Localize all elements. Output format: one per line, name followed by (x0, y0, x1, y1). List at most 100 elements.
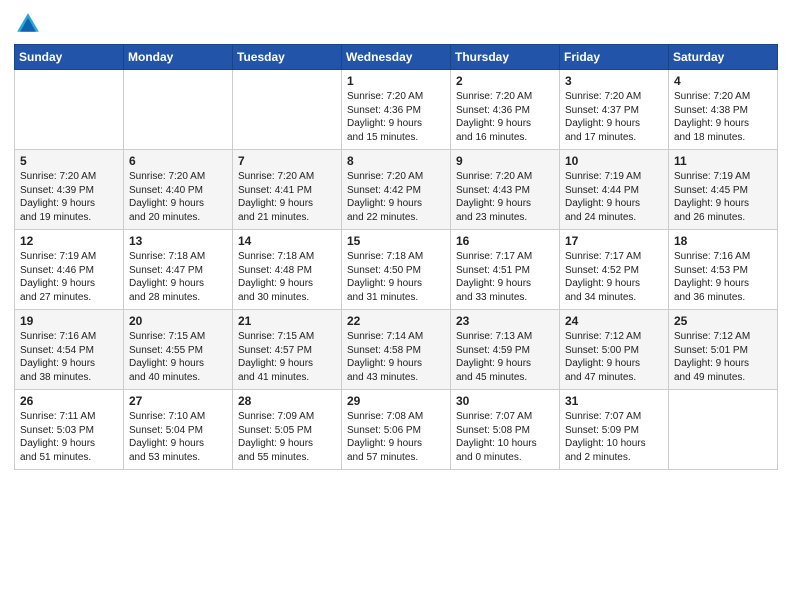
day-info: Sunrise: 7:15 AMSunset: 4:55 PMDaylight:… (129, 330, 227, 384)
weekday-header: Thursday (451, 45, 560, 70)
day-info: Sunrise: 7:14 AMSunset: 4:58 PMDaylight:… (347, 330, 445, 384)
day-info: Sunrise: 7:07 AMSunset: 5:09 PMDaylight:… (565, 410, 663, 464)
calendar-cell: 17 Sunrise: 7:17 AMSunset: 4:52 PMDayligh… (560, 230, 669, 310)
day-number: 3 (565, 74, 663, 88)
day-info: Sunrise: 7:20 AMSunset: 4:36 PMDaylight:… (456, 90, 554, 144)
day-number: 28 (238, 394, 336, 408)
day-number: 20 (129, 314, 227, 328)
day-info: Sunrise: 7:20 AMSunset: 4:38 PMDaylight:… (674, 90, 772, 144)
day-info: Sunrise: 7:20 AMSunset: 4:43 PMDaylight:… (456, 170, 554, 224)
weekday-header: Tuesday (233, 45, 342, 70)
calendar-cell: 13Sunrise: 7:18 AMSunset: 4:47 PMDayligh… (124, 230, 233, 310)
day-number: 23 (456, 314, 554, 328)
day-number: 16 (456, 234, 554, 248)
day-info: Sunrise: 7:15 AMSunset: 4:57 PMDaylight:… (238, 330, 336, 384)
calendar-cell: 7 Sunrise: 7:20 AMSunset: 4:41 PMDaylight… (233, 150, 342, 230)
day-info: Sunrise: 7:17 AMSunset: 4:52 PMDaylight:… (565, 250, 663, 304)
calendar-cell: 2 Sunrise: 7:20 AMSunset: 4:36 PMDaylight… (451, 70, 560, 150)
day-number: 29 (347, 394, 445, 408)
day-info: Sunrise: 7:09 AMSunset: 5:05 PMDaylight:… (238, 410, 336, 464)
day-number: 7 (238, 154, 336, 168)
day-info: Sunrise: 7:18 AMSunset: 4:50 PMDaylight:… (347, 250, 445, 304)
day-number: 17 (565, 234, 663, 248)
calendar-cell: 9 Sunrise: 7:20 AMSunset: 4:43 PMDaylight… (451, 150, 560, 230)
day-info: Sunrise: 7:16 AMSunset: 4:53 PMDaylight:… (674, 250, 772, 304)
calendar-cell (233, 70, 342, 150)
calendar-cell: 25 Sunrise: 7:12 AMSunset: 5:01 PMDayligh… (669, 310, 778, 390)
day-number: 19 (20, 314, 118, 328)
calendar-cell: 6 Sunrise: 7:20 AMSunset: 4:40 PMDaylight… (124, 150, 233, 230)
day-number: 10 (565, 154, 663, 168)
day-info: Sunrise: 7:20 AMSunset: 4:39 PMDaylight:… (20, 170, 118, 224)
day-info: Sunrise: 7:19 AMSunset: 4:46 PMDaylight:… (20, 250, 118, 304)
day-info: Sunrise: 7:20 AMSunset: 4:37 PMDaylight:… (565, 90, 663, 144)
calendar-cell: 16Sunrise: 7:17 AMSunset: 4:51 PMDayligh… (451, 230, 560, 310)
calendar-cell: 11 Sunrise: 7:19 AMSunset: 4:45 PMDayligh… (669, 150, 778, 230)
day-info: Sunrise: 7:12 AMSunset: 5:00 PMDaylight:… (565, 330, 663, 384)
calendar-cell: 20 Sunrise: 7:15 AMSunset: 4:55 PMDayligh… (124, 310, 233, 390)
day-info: Sunrise: 7:20 AMSunset: 4:36 PMDaylight:… (347, 90, 445, 144)
calendar-cell (15, 70, 124, 150)
header (14, 10, 778, 38)
day-number: 26 (20, 394, 118, 408)
day-number: 2 (456, 74, 554, 88)
calendar-cell: 15Sunrise: 7:18 AMSunset: 4:50 PMDayligh… (342, 230, 451, 310)
weekday-header: Wednesday (342, 45, 451, 70)
day-info: Sunrise: 7:20 AMSunset: 4:41 PMDaylight:… (238, 170, 336, 224)
calendar-cell: 1 Sunrise: 7:20 AMSunset: 4:36 PMDaylight… (342, 70, 451, 150)
calendar-cell: 26 Sunrise: 7:11 AMSunset: 5:03 PMDayligh… (15, 390, 124, 470)
day-info: Sunrise: 7:11 AMSunset: 5:03 PMDaylight:… (20, 410, 118, 464)
weekday-header-row: SundayMondayTuesdayWednesdayThursdayFrid… (15, 45, 778, 70)
calendar-cell: 4Sunrise: 7:20 AMSunset: 4:38 PMDaylight… (669, 70, 778, 150)
day-info: Sunrise: 7:20 AMSunset: 4:42 PMDaylight:… (347, 170, 445, 224)
day-number: 13 (129, 234, 227, 248)
day-number: 9 (456, 154, 554, 168)
calendar-cell: 21 Sunrise: 7:15 AMSunset: 4:57 PMDayligh… (233, 310, 342, 390)
day-number: 11 (674, 154, 772, 168)
day-number: 8 (347, 154, 445, 168)
day-number: 12 (20, 234, 118, 248)
calendar-cell: 10 Sunrise: 7:19 AMSunset: 4:44 PMDayligh… (560, 150, 669, 230)
calendar-cell: 31 Sunrise: 7:07 AMSunset: 5:09 PMDayligh… (560, 390, 669, 470)
day-info: Sunrise: 7:13 AMSunset: 4:59 PMDaylight:… (456, 330, 554, 384)
calendar-cell: 14 Sunrise: 7:18 AMSunset: 4:48 PMDayligh… (233, 230, 342, 310)
day-number: 22 (347, 314, 445, 328)
day-number: 30 (456, 394, 554, 408)
day-info: Sunrise: 7:19 AMSunset: 4:44 PMDaylight:… (565, 170, 663, 224)
calendar-cell: 30 Sunrise: 7:07 AMSunset: 5:08 PMDayligh… (451, 390, 560, 470)
calendar-cell: 3 Sunrise: 7:20 AMSunset: 4:37 PMDaylight… (560, 70, 669, 150)
calendar-cell: 18Sunrise: 7:16 AMSunset: 4:53 PMDayligh… (669, 230, 778, 310)
day-number: 1 (347, 74, 445, 88)
calendar-cell: 22 Sunrise: 7:14 AMSunset: 4:58 PMDayligh… (342, 310, 451, 390)
calendar-table: SundayMondayTuesdayWednesdayThursdayFrid… (14, 44, 778, 470)
calendar-cell: 12 Sunrise: 7:19 AMSunset: 4:46 PMDayligh… (15, 230, 124, 310)
calendar-cell: 24 Sunrise: 7:12 AMSunset: 5:00 PMDayligh… (560, 310, 669, 390)
day-number: 6 (129, 154, 227, 168)
day-number: 24 (565, 314, 663, 328)
day-info: Sunrise: 7:18 AMSunset: 4:48 PMDaylight:… (238, 250, 336, 304)
day-info: Sunrise: 7:10 AMSunset: 5:04 PMDaylight:… (129, 410, 227, 464)
weekday-header: Friday (560, 45, 669, 70)
day-info: Sunrise: 7:12 AMSunset: 5:01 PMDaylight:… (674, 330, 772, 384)
day-info: Sunrise: 7:08 AMSunset: 5:06 PMDaylight:… (347, 410, 445, 464)
page: SundayMondayTuesdayWednesdayThursdayFrid… (0, 0, 792, 612)
day-number: 5 (20, 154, 118, 168)
calendar-cell: 19 Sunrise: 7:16 AMSunset: 4:54 PMDayligh… (15, 310, 124, 390)
day-info: Sunrise: 7:07 AMSunset: 5:08 PMDaylight:… (456, 410, 554, 464)
day-number: 21 (238, 314, 336, 328)
day-number: 25 (674, 314, 772, 328)
day-number: 14 (238, 234, 336, 248)
day-number: 31 (565, 394, 663, 408)
day-info: Sunrise: 7:19 AMSunset: 4:45 PMDaylight:… (674, 170, 772, 224)
calendar-week-row: 26 Sunrise: 7:11 AMSunset: 5:03 PMDayligh… (15, 390, 778, 470)
calendar-cell: 23 Sunrise: 7:13 AMSunset: 4:59 PMDayligh… (451, 310, 560, 390)
calendar-week-row: 5 Sunrise: 7:20 AMSunset: 4:39 PMDaylight… (15, 150, 778, 230)
day-info: Sunrise: 7:16 AMSunset: 4:54 PMDaylight:… (20, 330, 118, 384)
calendar-cell (669, 390, 778, 470)
weekday-header: Saturday (669, 45, 778, 70)
weekday-header: Monday (124, 45, 233, 70)
calendar-cell: 8 Sunrise: 7:20 AMSunset: 4:42 PMDaylight… (342, 150, 451, 230)
day-info: Sunrise: 7:20 AMSunset: 4:40 PMDaylight:… (129, 170, 227, 224)
logo (14, 10, 44, 38)
weekday-header: Sunday (15, 45, 124, 70)
